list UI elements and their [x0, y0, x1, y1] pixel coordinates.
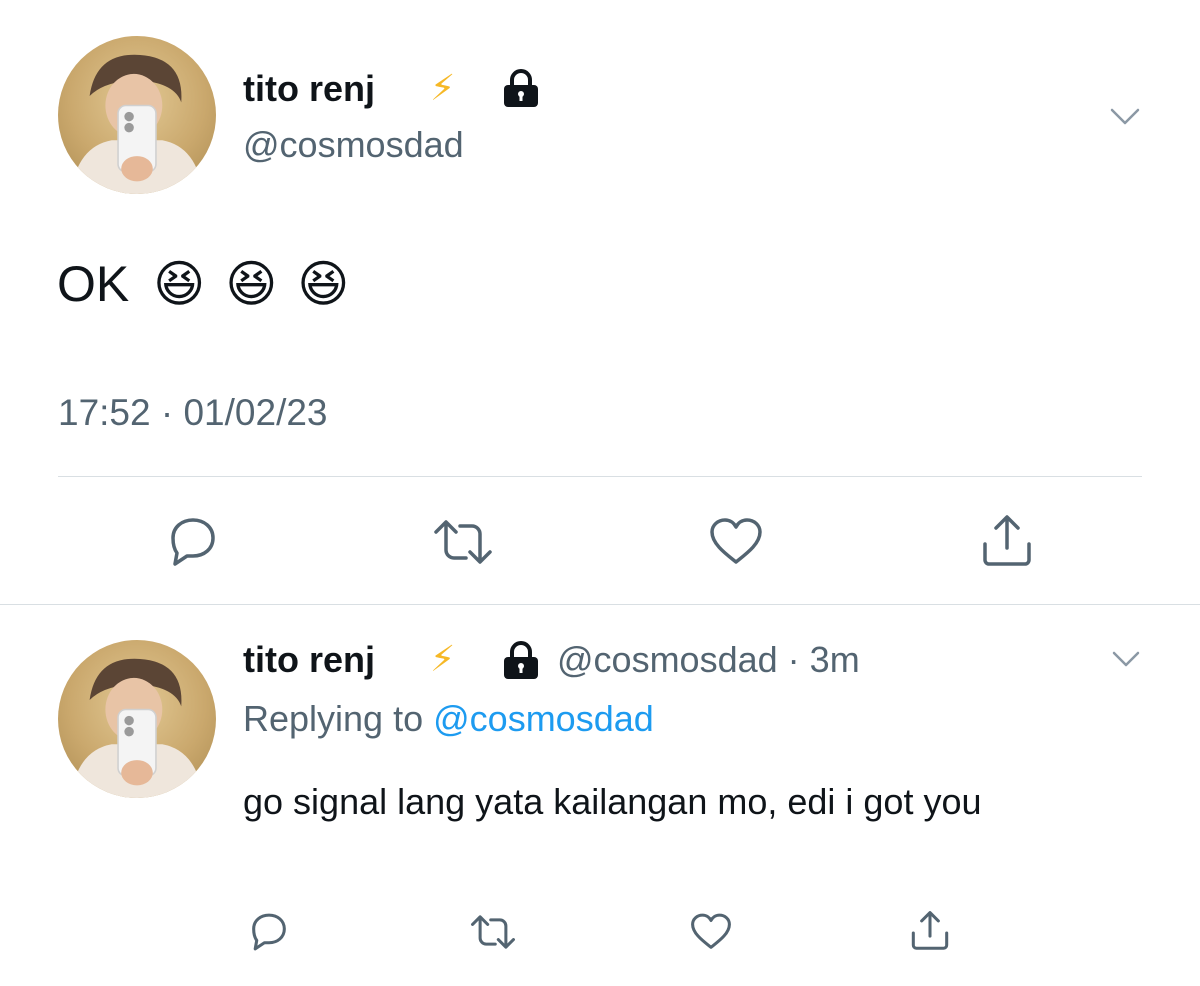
lock-icon: [499, 640, 543, 680]
avatar[interactable]: [58, 640, 216, 798]
replying-to: Replying to @cosmosdad: [243, 696, 654, 742]
separator-dot: ·: [160, 392, 174, 433]
tweet-time: 17:52: [58, 392, 151, 433]
retweet-icon[interactable]: [430, 516, 496, 568]
reply-age[interactable]: 3m: [810, 639, 860, 680]
laughing-emoji: 😆: [153, 256, 206, 312]
reply-meta: @cosmosdad · 3m: [557, 638, 860, 682]
share-icon[interactable]: [908, 908, 952, 952]
share-icon[interactable]: [978, 512, 1036, 568]
like-icon[interactable]: [688, 912, 734, 952]
laughing-emoji: 😆: [225, 256, 278, 312]
display-name[interactable]: tito renj: [243, 67, 375, 111]
tweet-body: OK: [57, 256, 130, 312]
replying-to-label: Replying to: [243, 698, 424, 739]
tweet-date: 01/02/23: [183, 392, 328, 433]
retweet-icon[interactable]: [468, 912, 518, 952]
display-name[interactable]: tito renj: [243, 638, 375, 682]
replying-to-handle[interactable]: @cosmosdad: [433, 698, 654, 739]
timestamp[interactable]: 17:52 · 01/02/23: [58, 390, 328, 436]
handle[interactable]: @cosmosdad: [557, 639, 778, 680]
divider: [0, 604, 1200, 605]
separator-dot: ·: [787, 639, 800, 680]
avatar[interactable]: [58, 36, 216, 194]
chevron-down-icon[interactable]: [1110, 648, 1142, 670]
like-icon[interactable]: [706, 516, 766, 568]
lightning-emoji: ⚡: [430, 638, 456, 679]
lock-icon: [499, 68, 543, 108]
laughing-emoji: 😆: [297, 256, 350, 312]
divider: [58, 476, 1142, 477]
avatar-image: [70, 54, 204, 194]
reply-icon[interactable]: [246, 912, 292, 952]
chevron-down-icon[interactable]: [1108, 104, 1142, 128]
reply-text: go signal lang yata kailangan mo, edi i …: [243, 781, 982, 822]
handle[interactable]: @cosmosdad: [243, 123, 464, 167]
tweet-text: OK 😆 😆 😆: [57, 252, 349, 316]
lightning-emoji: ⚡: [430, 67, 456, 108]
reply-icon[interactable]: [163, 516, 223, 568]
avatar-image: [70, 658, 204, 798]
